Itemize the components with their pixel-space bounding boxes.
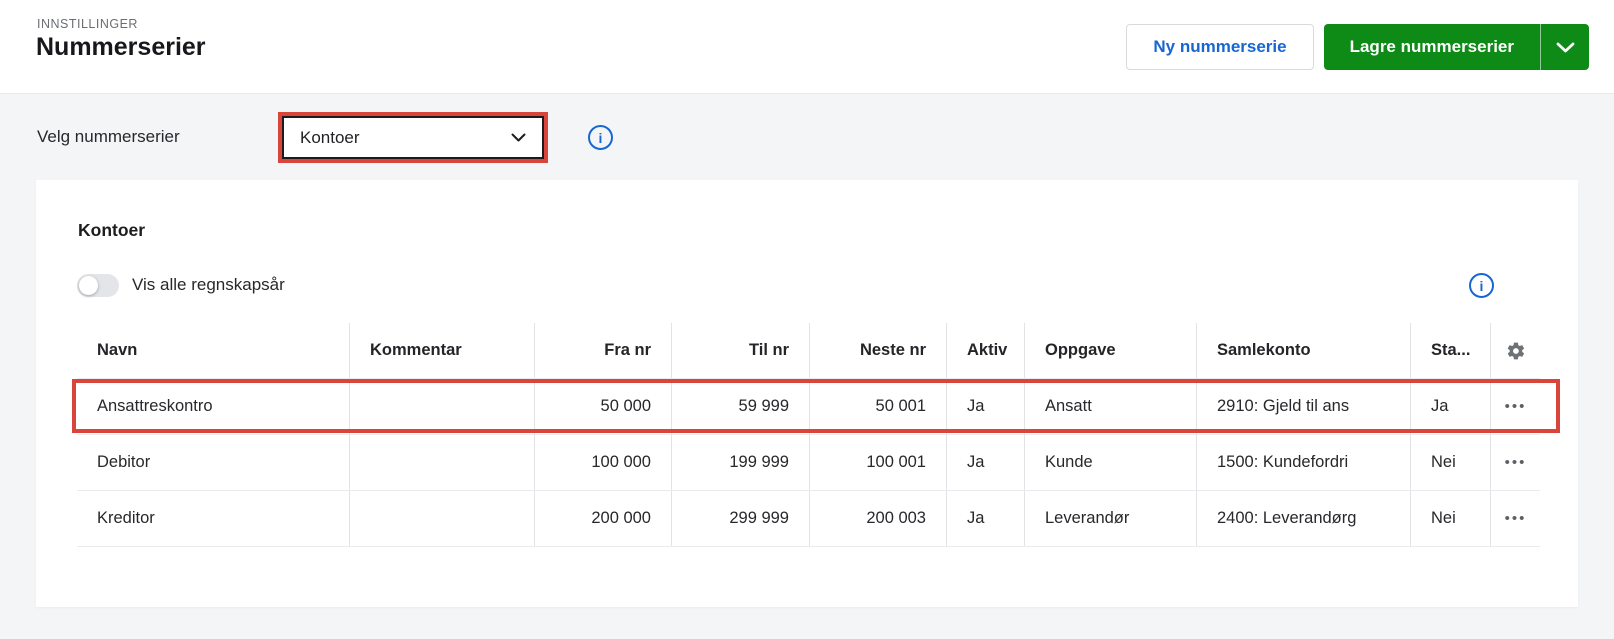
- cell-actions: •••: [1490, 491, 1540, 546]
- save-split-button: Lagre nummerserier: [1324, 24, 1589, 70]
- table-body: Ansattreskontro50 00059 99950 001JaAnsat…: [77, 379, 1540, 547]
- column-header-samlekonto: Samlekonto: [1196, 323, 1410, 378]
- cell-samlekonto[interactable]: 2910: Gjeld til ans: [1196, 379, 1410, 434]
- toggle-knob: [79, 276, 98, 295]
- cell-fra[interactable]: 200 000: [534, 491, 671, 546]
- cell-actions: •••: [1490, 379, 1540, 434]
- cell-oppgave[interactable]: Kunde: [1024, 435, 1196, 490]
- chevron-down-icon: [511, 133, 526, 142]
- column-settings-cell: [1490, 323, 1540, 378]
- table-row[interactable]: Ansattreskontro50 00059 99950 001JaAnsat…: [77, 379, 1540, 435]
- cell-til[interactable]: 299 999: [671, 491, 809, 546]
- cell-actions: •••: [1490, 435, 1540, 490]
- table-row[interactable]: Kreditor 200 000299 999200 003JaLeverandø…: [77, 491, 1540, 547]
- save-number-series-button[interactable]: Lagre nummerserier: [1324, 24, 1540, 70]
- cell-sta[interactable]: Nei: [1410, 491, 1490, 546]
- chevron-down-icon: [1556, 42, 1575, 53]
- table-row[interactable]: Debitor 100 000199 999100 001JaKunde1500:…: [77, 435, 1540, 491]
- number-series-select[interactable]: Kontoer: [282, 116, 544, 159]
- column-header-aktiv: Aktiv: [946, 323, 1024, 378]
- save-dropdown-button[interactable]: [1540, 24, 1589, 70]
- cell-aktiv[interactable]: Ja: [946, 379, 1024, 434]
- cell-sta[interactable]: Ja: [1410, 379, 1490, 434]
- cell-til[interactable]: 59 999: [671, 379, 809, 434]
- cell-samlekonto[interactable]: 1500: Kundefordri: [1196, 435, 1410, 490]
- column-header-sta: Sta...: [1410, 323, 1490, 378]
- column-header-oppgave: Oppgave: [1024, 323, 1196, 378]
- cell-samlekonto[interactable]: 2400: Leverandørg: [1196, 491, 1410, 546]
- cell-aktiv[interactable]: Ja: [946, 491, 1024, 546]
- cell-navn[interactable]: Kreditor: [77, 491, 349, 546]
- topbar: INNSTILLINGER Nummerserier Ny nummerseri…: [0, 0, 1614, 94]
- cell-neste[interactable]: 50 001: [809, 379, 946, 434]
- cell-neste[interactable]: 200 003: [809, 491, 946, 546]
- cell-navn[interactable]: Ansattreskontro: [77, 379, 349, 434]
- select-series-label: Velg nummerserier: [37, 127, 180, 147]
- card-title: Kontoer: [78, 220, 145, 241]
- cell-sta[interactable]: Nei: [1410, 435, 1490, 490]
- cell-kommentar[interactable]: [349, 491, 534, 546]
- row-menu-button[interactable]: •••: [1503, 451, 1529, 474]
- info-icon[interactable]: i: [1469, 273, 1494, 298]
- cell-oppgave[interactable]: Ansatt: [1024, 379, 1196, 434]
- cell-aktiv[interactable]: Ja: [946, 435, 1024, 490]
- number-series-table: NavnKommentarFra nrTil nrNeste nrAktivOp…: [77, 323, 1540, 547]
- column-header-kommentar: Kommentar: [349, 323, 534, 378]
- cell-fra[interactable]: 100 000: [534, 435, 671, 490]
- column-header-fra: Fra nr: [534, 323, 671, 378]
- cell-neste[interactable]: 100 001: [809, 435, 946, 490]
- show-all-years-toggle[interactable]: [77, 274, 119, 297]
- column-header-navn: Navn: [77, 323, 349, 378]
- cell-navn[interactable]: Debitor: [77, 435, 349, 490]
- row-menu-button[interactable]: •••: [1503, 507, 1529, 530]
- number-series-card: Kontoer Vis alle regnskapsår i NavnKomme…: [36, 180, 1578, 607]
- row-menu-button[interactable]: •••: [1503, 395, 1529, 418]
- info-icon[interactable]: i: [588, 125, 613, 150]
- toggle-label: Vis alle regnskapsår: [132, 275, 285, 295]
- cell-kommentar[interactable]: [349, 435, 534, 490]
- cell-oppgave[interactable]: Leverandør: [1024, 491, 1196, 546]
- column-header-neste: Neste nr: [809, 323, 946, 378]
- cell-fra[interactable]: 50 000: [534, 379, 671, 434]
- breadcrumb: INNSTILLINGER: [37, 17, 138, 31]
- topbar-actions: Ny nummerserie Lagre nummerserier: [1126, 24, 1589, 70]
- table-header-row: NavnKommentarFra nrTil nrNeste nrAktivOp…: [77, 323, 1540, 379]
- cell-til[interactable]: 199 999: [671, 435, 809, 490]
- gear-icon[interactable]: [1491, 323, 1540, 378]
- page-title: Nummerserier: [36, 33, 206, 62]
- column-header-til: Til nr: [671, 323, 809, 378]
- selected-series-value: Kontoer: [300, 128, 360, 148]
- select-highlight-annotation: Kontoer: [278, 112, 548, 163]
- cell-kommentar[interactable]: [349, 379, 534, 434]
- new-number-series-button[interactable]: Ny nummerserie: [1126, 24, 1313, 70]
